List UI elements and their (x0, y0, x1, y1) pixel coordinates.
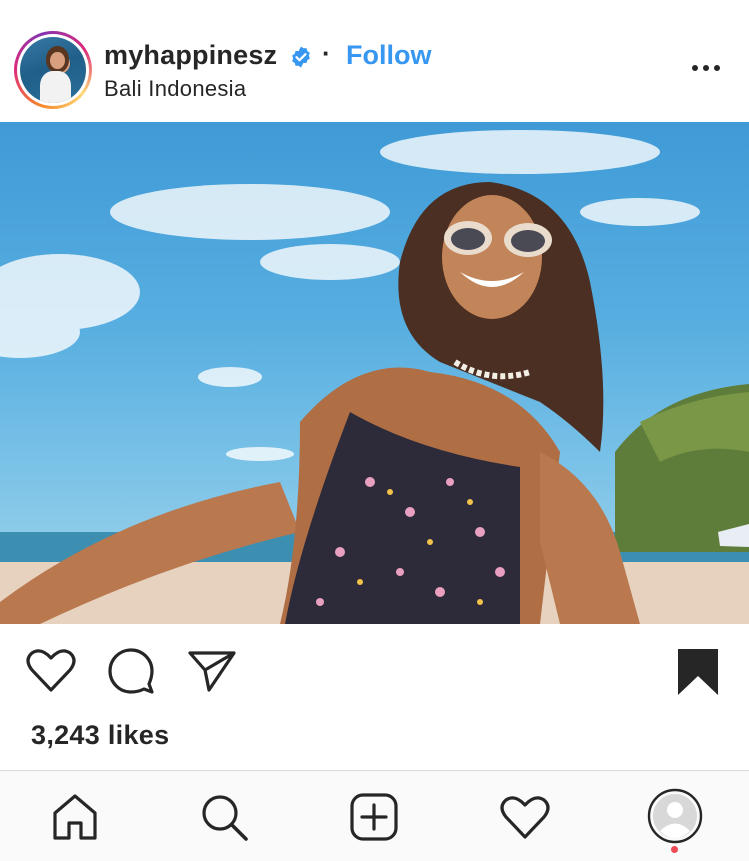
photo-scene (0, 130, 749, 624)
search-icon[interactable] (200, 793, 250, 843)
post-header: myhappinesz · Follow Bali Indonesia (0, 0, 749, 122)
author-avatar[interactable] (14, 31, 92, 109)
likes-count[interactable]: 3,243 likes (31, 720, 169, 751)
paper-plane-icon[interactable] (187, 648, 237, 694)
author-username[interactable]: myhappinesz (104, 40, 277, 71)
comment-bubble-icon[interactable] (106, 646, 156, 696)
home-icon[interactable] (51, 793, 99, 841)
follow-button[interactable]: Follow (346, 40, 431, 71)
avatar-body (39, 71, 72, 103)
post-location[interactable]: Bali Indonesia (104, 76, 246, 102)
notification-dot (671, 846, 678, 853)
avatar-image (20, 37, 86, 103)
heart-icon[interactable] (26, 648, 76, 694)
bottom-tab-bar (0, 770, 749, 861)
avatar-inner (17, 34, 89, 106)
avatar-face (50, 51, 65, 69)
post-photo[interactable] (0, 122, 749, 624)
bookmark-filled-icon[interactable] (677, 648, 719, 696)
profile-avatar[interactable] (647, 788, 703, 844)
separator-dot: · (322, 38, 331, 68)
activity-heart-icon[interactable] (500, 795, 550, 841)
person-face (442, 195, 542, 319)
verified-badge-icon (292, 46, 310, 68)
new-post-icon[interactable] (350, 793, 398, 841)
more-options-icon[interactable] (690, 62, 722, 74)
